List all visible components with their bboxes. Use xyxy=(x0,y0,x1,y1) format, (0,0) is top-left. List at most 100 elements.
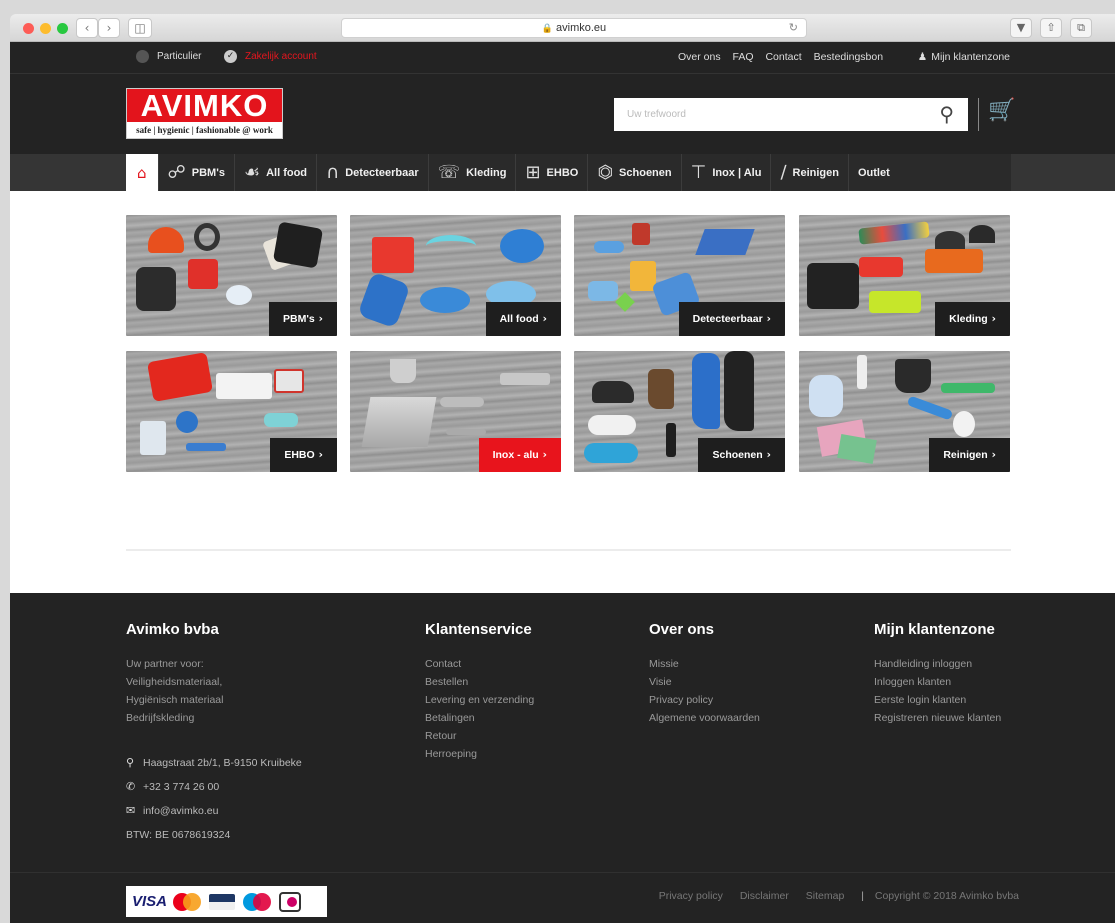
footer-link[interactable]: Bestellen xyxy=(425,673,534,691)
nav-pbms[interactable]: ☍ PBM's xyxy=(159,154,235,191)
category-tile-ehbo[interactable]: EHBO › xyxy=(126,351,337,472)
location-icon: ⚲ xyxy=(126,756,135,769)
download-icon[interactable]: ▼ xyxy=(1010,18,1032,38)
mail-icon: ✉ xyxy=(126,804,136,817)
payment-methods: VISA xyxy=(126,886,327,917)
address-bar[interactable]: 🔒 avimko.eu ↻ xyxy=(341,18,807,38)
broom-icon: ∕ xyxy=(780,162,787,183)
phone-text[interactable]: +32 3 774 26 00 xyxy=(143,775,219,799)
footer-link[interactable]: Inloggen klanten xyxy=(874,673,1001,691)
footer-link[interactable]: Handleiding inloggen xyxy=(874,655,1001,673)
footer-link[interactable]: Levering en verzending xyxy=(425,691,534,709)
particulier-label: Particulier xyxy=(157,51,202,62)
footer-link[interactable]: Eerste login klanten xyxy=(874,691,1001,709)
footer-link[interactable]: Privacy policy xyxy=(649,691,760,709)
shirt-icon: ☏ xyxy=(437,162,461,183)
tile-label: Reinigen › xyxy=(929,438,1010,472)
category-tile-detecteerbaar[interactable]: Detecteerbaar › xyxy=(574,215,785,336)
nav-detecteerbaar[interactable]: ∩ Detecteerbaar xyxy=(317,154,429,191)
visa-logo: VISA xyxy=(132,893,168,910)
browser-toolbar: ‹ › ◫ 🔒 avimko.eu ↻ ▼ ⇧ ⧉ xyxy=(10,14,1115,42)
footer-link[interactable]: Registreren nieuwe klanten xyxy=(874,709,1001,727)
top-bar: Particulier ✓ Zakelijk account Over ons … xyxy=(10,42,1115,74)
mastercard-logo xyxy=(173,892,202,911)
email-link[interactable]: info@avimko.eu xyxy=(143,799,218,823)
zakelijk-toggle[interactable]: ✓ Zakelijk account xyxy=(224,50,317,63)
footer-link[interactable]: Algemene voorwaarden xyxy=(649,709,760,727)
avimko-logo[interactable]: AVIMKO safe | hygienic | fashionable @ w… xyxy=(126,88,283,139)
klantenzone-link[interactable]: ♟ Mijn klantenzone xyxy=(918,51,1010,63)
footer-link[interactable]: Herroeping xyxy=(425,745,534,763)
tile-label: Kleding › xyxy=(935,302,1010,336)
link-contact[interactable]: Contact xyxy=(765,51,801,63)
tabs-icon[interactable]: ⧉ xyxy=(1070,18,1092,38)
maestro-logo xyxy=(243,892,272,911)
content-separator xyxy=(126,549,1011,551)
main-nav: ⌂ ☍ PBM's ☙ All food ∩ Detecteerbaar ☏ Kledi… xyxy=(10,154,1115,191)
cart-icon[interactable]: 🛒 xyxy=(988,98,1015,123)
tile-label: EHBO › xyxy=(270,438,337,472)
particulier-toggle[interactable]: Particulier xyxy=(136,50,201,63)
category-tile-pbms[interactable]: PBM's › xyxy=(126,215,337,336)
tile-label: Detecteerbaar › xyxy=(678,302,785,336)
link-bestedingsbon[interactable]: Bestedingsbon xyxy=(814,51,883,63)
close-window-button[interactable] xyxy=(23,23,34,34)
category-tile-kleding[interactable]: Kleding › xyxy=(799,215,1010,336)
nav-kleding[interactable]: ☏ Kleding xyxy=(429,154,517,191)
category-tile-reinigen[interactable]: Reinigen › xyxy=(799,351,1010,472)
footer-klantenzone: Mijn klantenzone Handleiding inloggen In… xyxy=(874,621,1001,727)
shoe-icon: ⏣ xyxy=(597,162,614,183)
privacy-link[interactable]: Privacy policy xyxy=(659,890,723,902)
link-faq[interactable]: FAQ xyxy=(733,51,754,63)
category-tile-inox-alu[interactable]: Inox - alu › xyxy=(350,351,561,472)
reload-icon[interactable]: ↻ xyxy=(789,19,798,37)
lock-icon: 🔒 xyxy=(541,23,554,33)
category-tile-schoenen[interactable]: Schoenen › xyxy=(574,351,785,472)
nav-outlet[interactable]: Outlet xyxy=(849,154,899,191)
footer-link[interactable]: Betalingen xyxy=(425,709,534,727)
beam-icon: ⊤ xyxy=(690,162,707,183)
check-icon: ✓ xyxy=(224,50,237,63)
btw-text: BTW: BE 0678619324 xyxy=(126,829,231,841)
copyright-text: Copyright © 2018 Avimko bvba xyxy=(874,890,1019,902)
radio-icon xyxy=(136,50,149,63)
zakelijk-label: Zakelijk account xyxy=(245,51,317,62)
footer-link[interactable]: Contact xyxy=(425,655,534,673)
magnet-icon: ∩ xyxy=(326,162,340,183)
tile-label: Schoenen › xyxy=(698,438,785,472)
address-text: Haagstraat 2b/1, B-9150 Kruibeke xyxy=(143,757,302,769)
nav-all-food[interactable]: ☙ All food xyxy=(235,154,318,191)
user-icon: ♟ xyxy=(917,51,928,63)
nav-ehbo[interactable]: ⊞ EHBO xyxy=(516,154,589,191)
first-aid-icon: ⊞ xyxy=(525,162,541,183)
sitemap-link[interactable]: Sitemap xyxy=(806,890,845,902)
footer-klantenservice: Klantenservice Contact Bestellen Leverin… xyxy=(425,621,534,763)
forward-icon[interactable]: › xyxy=(98,18,120,38)
footer-link[interactable]: Retour xyxy=(425,727,534,745)
maximize-window-button[interactable] xyxy=(57,23,68,34)
footer-company: Avimko bvba Uw partner voor: Veiligheids… xyxy=(126,621,302,847)
footer-divider xyxy=(10,872,1115,873)
link-over-ons[interactable]: Over ons xyxy=(678,51,721,63)
search-box: ⚲ xyxy=(614,98,968,131)
footer-over-ons: Over ons Missie Visie Privacy policy Alg… xyxy=(649,621,760,727)
back-icon[interactable]: ‹ xyxy=(76,18,98,38)
category-tile-all-food[interactable]: All food › xyxy=(350,215,561,336)
search-input[interactable] xyxy=(614,98,914,131)
nav-reinigen[interactable]: ∕ Reinigen xyxy=(771,154,849,191)
nav-home[interactable]: ⌂ xyxy=(126,154,159,191)
disclaimer-link[interactable]: Disclaimer xyxy=(740,890,789,902)
footer-link[interactable]: Missie xyxy=(649,655,760,673)
phone-icon: ✆ xyxy=(126,780,136,793)
minimize-window-button[interactable] xyxy=(40,23,51,34)
site-footer: Avimko bvba Uw partner voor: Veiligheids… xyxy=(10,593,1115,923)
header-divider xyxy=(978,98,979,131)
tile-label: All food › xyxy=(485,302,561,336)
footer-link[interactable]: Visie xyxy=(649,673,760,691)
nav-schoenen[interactable]: ⏣ Schoenen xyxy=(588,154,682,191)
share-icon[interactable]: ⇧ xyxy=(1040,18,1062,38)
nav-inox-alu[interactable]: ⊤ Inox | Alu xyxy=(682,154,772,191)
sidebar-icon[interactable]: ◫ xyxy=(128,18,152,38)
web-page: Particulier ✓ Zakelijk account Over ons … xyxy=(10,42,1115,923)
search-icon[interactable]: ⚲ xyxy=(939,102,954,126)
